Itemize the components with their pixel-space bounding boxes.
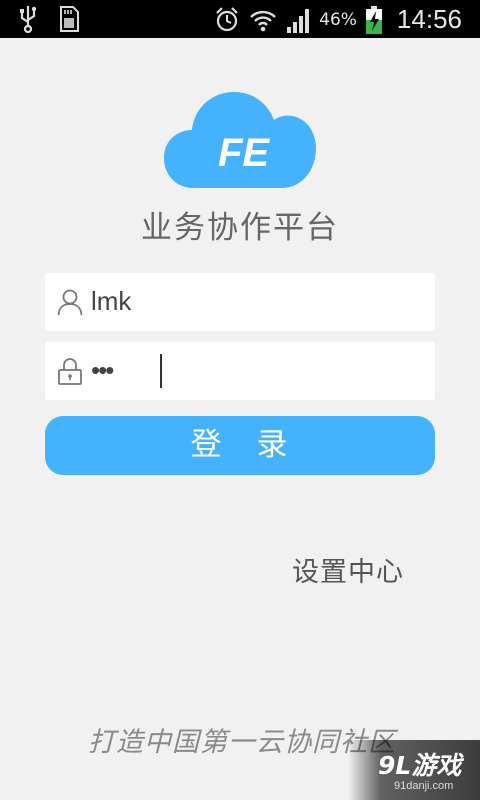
username-field[interactable]: lmk: [45, 273, 435, 331]
status-bar: 46% 14:56: [0, 0, 480, 38]
alarm-icon: [216, 6, 238, 31]
status-bar-right: 46% 14:56: [213, 4, 462, 35]
username-value[interactable]: lmk: [91, 286, 131, 317]
cloud-logo-icon: FE: [164, 92, 316, 188]
wifi-icon: [250, 10, 276, 31]
signal-icon: [287, 8, 310, 33]
user-icon: [57, 289, 83, 316]
lock-icon: [58, 358, 82, 385]
settings-center-link[interactable]: 设置中心: [292, 550, 404, 589]
usb-icon: [20, 6, 37, 34]
text-caret: [160, 354, 162, 388]
login-button[interactable]: 登 录: [45, 416, 435, 475]
logo-text: FE: [218, 131, 270, 175]
sd-card-icon: [60, 6, 79, 32]
clock: 14:56: [396, 4, 462, 34]
watermark-brand: 9L游戏: [378, 751, 462, 780]
battery-charging-icon: [365, 5, 382, 34]
watermark-url: 91danji.com: [394, 780, 454, 792]
status-bar-left: [14, 4, 82, 34]
app-title: 业务协作平台: [141, 210, 339, 246]
battery-percent: 46%: [319, 9, 357, 30]
password-field[interactable]: •••: [45, 342, 435, 400]
watermark: 9L游戏 91danji.com: [348, 740, 480, 800]
password-value[interactable]: •••: [91, 355, 114, 386]
